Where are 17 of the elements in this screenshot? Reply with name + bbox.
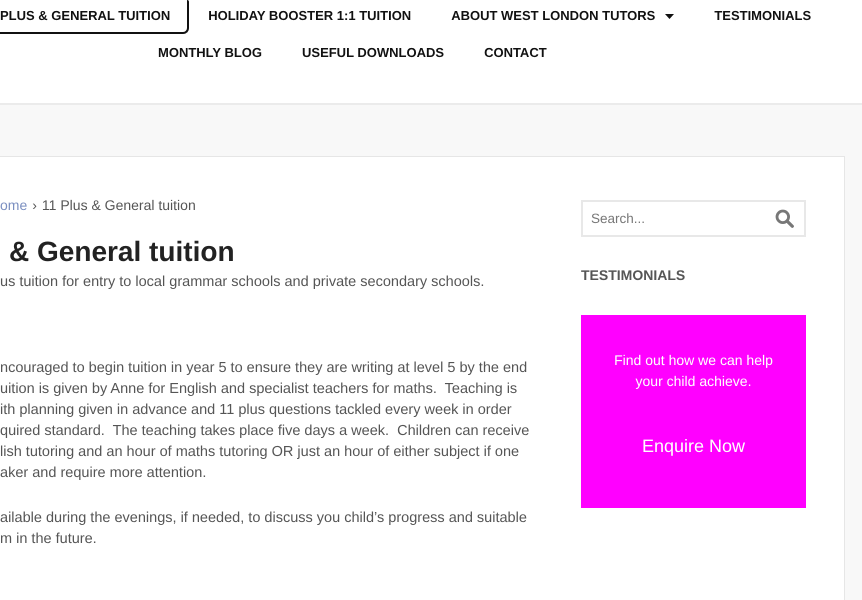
nav-link[interactable]: CONTACT	[465, 37, 568, 71]
nav-link[interactable]: USEFUL DOWNLOADS	[283, 37, 466, 71]
nav-link[interactable]: ABOUT WEST LONDON TUTORS	[432, 0, 696, 34]
body-paragraph: ailable during the evenings, if needed, to discuss you child’s progress and suitable m in the future.	[0, 509, 528, 549]
nav-link[interactable]: PLUS & GENERAL TUITION	[0, 0, 190, 34]
widget-title: TESTIMONIALS	[581, 266, 686, 285]
search-field[interactable]: Search...	[581, 200, 806, 237]
breadcrumb-separator: ›	[32, 196, 37, 215]
nav-link[interactable]: TESTIMONIALS	[695, 0, 832, 34]
search-icon	[775, 209, 794, 228]
page-title: & General tuition	[8, 235, 236, 269]
promo-text: Find out how we can help your child achieve.	[613, 351, 774, 391]
body-paragraph: ncouraged to begin tuition in year 5 to ensure they are writing at level 5 by the end uition is given by Anne for English and specialist teachers for maths. Teaching is ith planning given in advance and 11 plus questions tackled every week in order quired standard. The teaching takes place five days a week. Children can receive lish tutoring and an hour of maths tutoring OR just an hour of either subject if one aker and require more attention.	[0, 359, 530, 483]
nav-link[interactable]: MONTHLY BLOG	[139, 37, 284, 71]
breadcrumb-current: 11 Plus & General tuition	[42, 196, 196, 215]
page-subtitle: us tuition for entry to local grammar schools and private secondary schools.	[0, 273, 486, 292]
nav-link[interactable]: HOLIDAY BOOSTER 1:1 TUITION	[189, 0, 432, 34]
